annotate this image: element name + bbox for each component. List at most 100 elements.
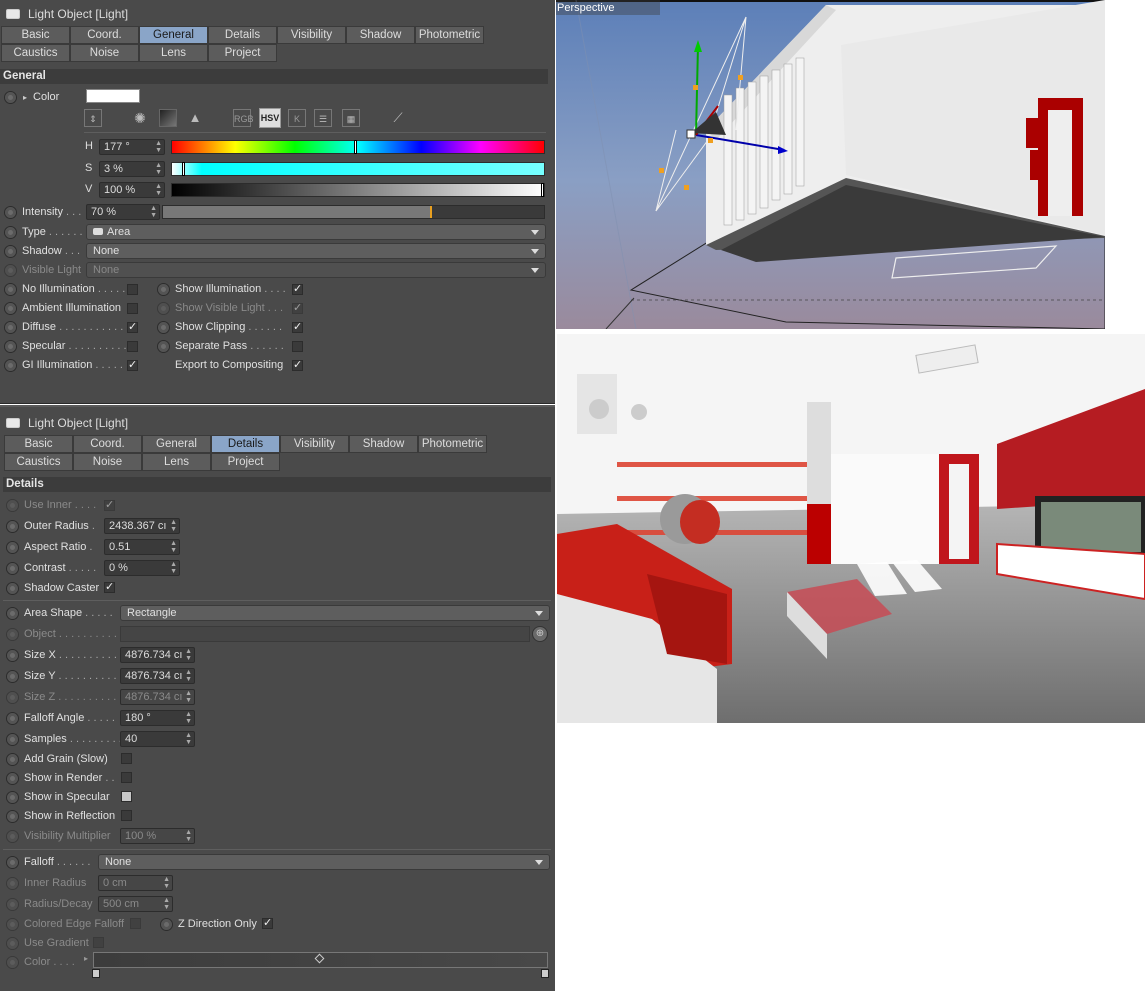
tab-caustics[interactable]: Caustics	[1, 44, 70, 62]
visibility-multiplier-radio[interactable]	[6, 829, 19, 843]
radius-decay-field[interactable]: 500 cm ▲ ▼	[98, 896, 173, 912]
tab-coord[interactable]: Coord.	[73, 435, 142, 453]
tab-visibility[interactable]: Visibility	[277, 26, 346, 44]
size-z-radio[interactable]	[6, 690, 19, 704]
type-radio[interactable]	[4, 225, 17, 239]
inner-radius-field[interactable]: 0 cm ▲ ▼	[98, 875, 173, 891]
show-visible-light-checkbox[interactable]: ✓	[292, 303, 303, 314]
use-inner-checkbox[interactable]: ✓	[104, 500, 115, 511]
area-shape-radio[interactable]	[6, 606, 19, 620]
color-wheel-icon[interactable]: ✺	[131, 109, 149, 127]
tab-general[interactable]: General	[142, 435, 211, 453]
outer-radius-field[interactable]: 2438.367 cı ▲ ▼	[104, 518, 180, 534]
saturation-slider-handle[interactable]	[182, 162, 185, 176]
size-x-radio[interactable]	[6, 648, 19, 662]
ambient-illumination-checkbox[interactable]	[127, 303, 138, 314]
separate-pass-radio[interactable]	[157, 339, 170, 353]
contrast-radio[interactable]	[6, 561, 19, 575]
gradient-bar[interactable]	[93, 952, 548, 968]
shadow-dropdown[interactable]: None	[86, 243, 546, 259]
hue-field[interactable]: 177 ° ▲ ▼	[99, 139, 165, 155]
expand-triangle-icon[interactable]: ▸	[84, 954, 88, 963]
show-in-specular-radio[interactable]	[6, 790, 19, 804]
mixer-icon[interactable]: ☰	[314, 109, 332, 127]
radius-decay-radio[interactable]	[6, 897, 19, 911]
value-slider-handle[interactable]	[541, 183, 544, 197]
use-gradient-radio[interactable]	[6, 936, 19, 950]
specular-checkbox[interactable]	[127, 341, 138, 352]
z-direction-only-checkbox[interactable]: ✓	[262, 918, 273, 929]
size-z-field[interactable]: 4876.734 cı ▲ ▼	[120, 689, 195, 705]
shadow-caster-checkbox[interactable]: ✓	[104, 582, 115, 593]
hue-slider[interactable]	[171, 140, 545, 154]
aspect-ratio-field[interactable]: 0.51 ▲ ▼	[104, 539, 180, 555]
area-shape-dropdown[interactable]: Rectangle	[120, 605, 550, 621]
show-in-specular-checkbox[interactable]	[121, 791, 132, 802]
inner-radius-radio[interactable]	[6, 876, 19, 890]
aspect-ratio-radio[interactable]	[6, 540, 19, 554]
falloff-dropdown[interactable]: None	[98, 854, 550, 870]
expand-triangle-icon[interactable]: ▸	[23, 93, 27, 102]
perspective-viewport[interactable]: Perspective	[556, 0, 1105, 329]
kelvin-mode-button[interactable]: K	[288, 109, 306, 127]
export-to-compositing-checkbox[interactable]: ✓	[292, 360, 303, 371]
no-illumination-radio[interactable]	[4, 282, 17, 296]
visible-light-radio[interactable]	[4, 263, 17, 277]
falloff-angle-radio[interactable]	[6, 711, 19, 725]
color-field-icon[interactable]	[159, 109, 177, 127]
specular-radio[interactable]	[4, 339, 17, 353]
show-visible-light-radio[interactable]	[157, 301, 170, 315]
tab-project[interactable]: Project	[211, 453, 280, 471]
use-gradient-checkbox[interactable]	[93, 937, 104, 948]
tab-details[interactable]: Details	[208, 26, 277, 44]
z-direction-only-radio[interactable]	[160, 917, 173, 931]
color-gradient-radio[interactable]	[6, 955, 19, 969]
colored-edge-falloff-checkbox[interactable]	[130, 918, 141, 929]
rgb-mode-button[interactable]: RGB	[233, 109, 254, 127]
add-grain-checkbox[interactable]	[121, 753, 132, 764]
tab-details[interactable]: Details	[211, 435, 280, 453]
show-in-reflection-radio[interactable]	[6, 809, 19, 823]
shadow-caster-radio[interactable]	[6, 581, 19, 595]
gradient-midpoint-handle[interactable]	[314, 953, 325, 964]
gi-illumination-checkbox[interactable]: ✓	[127, 360, 138, 371]
outer-radius-radio[interactable]	[6, 519, 19, 533]
swatches-icon[interactable]: ▦	[342, 109, 360, 127]
type-dropdown[interactable]: Area	[86, 224, 546, 240]
tab-basic[interactable]: Basic	[4, 435, 73, 453]
tab-shadow[interactable]: Shadow	[349, 435, 418, 453]
visibility-multiplier-field[interactable]: 100 % ▲ ▼	[120, 828, 195, 844]
gradient-start-knot[interactable]	[92, 969, 100, 978]
no-illumination-checkbox[interactable]	[127, 284, 138, 295]
gi-illumination-radio[interactable]	[4, 358, 17, 372]
saturation-field[interactable]: 3 % ▲ ▼	[99, 161, 165, 177]
size-x-field[interactable]: 4876.734 cı ▲ ▼	[120, 647, 195, 663]
tab-lens[interactable]: Lens	[142, 453, 211, 471]
value-field[interactable]: 100 % ▲ ▼	[99, 182, 165, 198]
tab-basic[interactable]: Basic	[1, 26, 70, 44]
object-radio[interactable]	[6, 627, 19, 641]
target-picker-icon[interactable]: ⊕	[532, 626, 548, 642]
falloff-angle-field[interactable]: 180 ° ▲ ▼	[120, 710, 195, 726]
tab-general[interactable]: General	[139, 26, 208, 44]
color-swatch[interactable]	[86, 89, 140, 103]
intensity-slider[interactable]	[162, 205, 545, 219]
size-y-field[interactable]: 4876.734 cı ▲ ▼	[120, 668, 195, 684]
tab-coord[interactable]: Coord.	[70, 26, 139, 44]
image-picker-icon[interactable]: ▲	[186, 109, 204, 127]
use-inner-radio[interactable]	[6, 498, 19, 512]
tab-noise[interactable]: Noise	[70, 44, 139, 62]
samples-field[interactable]: 40 ▲ ▼	[120, 731, 195, 747]
object-link-field[interactable]	[120, 626, 530, 642]
separate-pass-checkbox[interactable]	[292, 341, 303, 352]
samples-radio[interactable]	[6, 732, 19, 746]
show-illumination-radio[interactable]	[157, 282, 170, 296]
tab-visibility[interactable]: Visibility	[280, 435, 349, 453]
ambient-illumination-radio[interactable]	[4, 301, 17, 315]
contrast-field[interactable]: 0 % ▲ ▼	[104, 560, 180, 576]
intensity-radio[interactable]	[4, 205, 17, 219]
add-grain-radio[interactable]	[6, 752, 19, 766]
hue-slider-handle[interactable]	[354, 140, 357, 154]
show-in-reflection-checkbox[interactable]	[121, 810, 132, 821]
diffuse-checkbox[interactable]: ✓	[127, 322, 138, 333]
